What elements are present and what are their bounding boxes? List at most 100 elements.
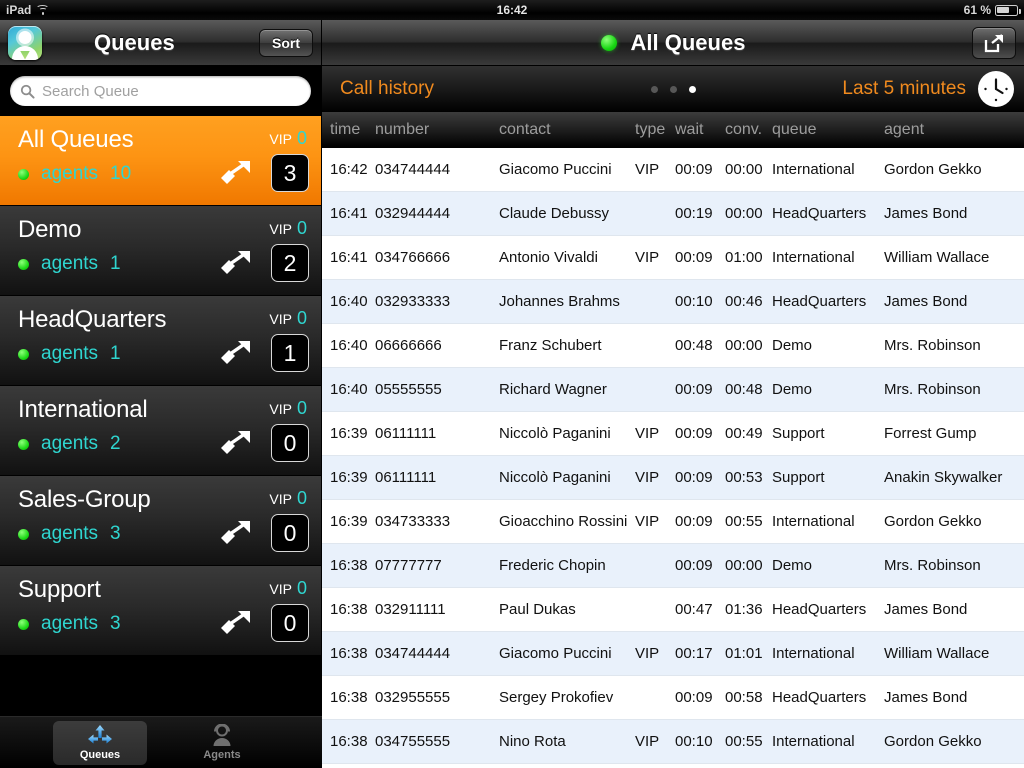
cell-type: VIP [635,249,660,266]
queue-list-item[interactable]: Sales-Group agents 3 VIP 0 0 [0,476,321,566]
column-header-wait[interactable]: wait [675,121,703,139]
cell-queue: International [772,645,855,662]
queue-forward-button[interactable] [219,158,255,193]
cell-contact: Gioacchino Rossini [499,513,628,530]
time-range-label[interactable]: Last 5 minutes [842,78,966,100]
cell-contact: Sergey Prokofiev [499,689,614,706]
forward-call-icon [221,251,250,274]
column-header-type[interactable]: type [635,121,665,139]
queue-name: International [18,396,148,423]
cell-conv: 00:55 [725,733,763,750]
page-title: All Queues [630,29,746,55]
tab-agents-label: Agents [203,749,241,761]
cell-contact: Frederic Chopin [499,557,606,574]
cell-agent: William Wallace [884,645,990,662]
queue-forward-button[interactable] [219,428,255,463]
table-row[interactable]: 16:38 07777777 Frederic Chopin 00:09 00:… [322,544,1024,588]
cell-wait: 00:09 [675,469,713,486]
table-row[interactable]: 16:40 06666666 Franz Schubert 00:48 00:0… [322,324,1024,368]
queue-forward-button[interactable] [219,338,255,373]
sort-button[interactable]: Sort [259,28,313,57]
queue-agents-row: agents 3 [18,613,309,635]
time-range-button[interactable] [978,71,1014,107]
table-row[interactable]: 16:39 06111111 Niccolò Paganini VIP 00:0… [322,456,1024,500]
cell-wait: 00:09 [675,513,713,530]
page-dot[interactable] [650,85,658,93]
column-header-time[interactable]: time [330,121,360,139]
cell-number: 032955555 [375,689,451,706]
cell-queue: International [772,249,855,266]
table-row[interactable]: 16:39 06111111 Niccolò Paganini VIP 00:0… [322,412,1024,456]
queue-forward-button[interactable] [219,608,255,643]
queue-vip-count: 0 [296,488,307,508]
queue-list[interactable]: All Queues agents 10 VIP 0 3 Demo agents … [0,116,321,716]
column-header-conv[interactable]: conv. [725,121,762,139]
queue-name: Demo [18,216,82,243]
queue-list-item[interactable]: International agents 2 VIP 0 0 [0,386,321,476]
forward-call-icon [221,611,250,634]
cell-time: 16:38 [330,557,368,574]
cell-number: 05555555 [375,381,442,398]
table-row[interactable]: 16:42 034744444 Giacomo Puccini VIP 00:0… [322,148,1024,192]
queue-list-item[interactable]: HeadQuarters agents 1 VIP 0 1 [0,296,321,386]
cell-contact: Franz Schubert [499,337,602,354]
column-header-agent[interactable]: agent [884,121,924,139]
page-dot[interactable] [688,85,696,93]
table-row[interactable]: 16:38 034755555 Nino Rota VIP 00:10 00:5… [322,720,1024,764]
queue-agents-count: 2 [110,433,121,454]
cell-contact: Johannes Brahms [499,293,620,310]
column-header-contact[interactable]: contact [499,121,551,139]
cell-number: 06111111 [375,425,437,442]
cell-contact: Nino Rota [499,733,566,750]
cell-time: 16:39 [330,469,368,486]
share-button[interactable] [972,26,1016,59]
cell-wait: 00:17 [675,645,713,662]
queue-name: HeadQuarters [18,306,167,333]
queue-vip: VIP 0 [269,128,307,148]
table-row[interactable]: 16:40 05555555 Richard Wagner 00:09 00:4… [322,368,1024,412]
queue-name: Sales-Group [18,486,151,513]
forward-call-icon [221,431,250,454]
queue-list-item[interactable]: Support agents 3 VIP 0 0 [0,566,321,656]
column-header-number[interactable]: number [375,121,429,139]
queue-waiting-count: 0 [271,514,309,552]
queue-agents-row: agents 1 [18,343,309,365]
cell-number: 06111111 [375,469,437,486]
cell-type: VIP [635,425,660,442]
cell-agent: Gordon Gekko [884,733,982,750]
tab-agents[interactable]: Agents [175,721,269,765]
queue-forward-button[interactable] [219,248,255,283]
cell-wait: 00:19 [675,205,713,222]
cell-conv: 00:00 [725,557,763,574]
table-row[interactable]: 16:41 034766666 Antonio Vivaldi VIP 00:0… [322,236,1024,280]
table-row[interactable]: 16:40 032933333 Johannes Brahms 00:10 00… [322,280,1024,324]
queue-list-item[interactable]: Demo agents 1 VIP 0 2 [0,206,321,296]
cell-number: 032911111 [375,601,446,618]
table-row[interactable]: 16:38 034744444 Giacomo Puccini VIP 00:1… [322,632,1024,676]
call-history-table[interactable]: 16:42 034744444 Giacomo Puccini VIP 00:0… [322,148,1024,768]
table-row[interactable]: 16:38 032911111 Paul Dukas 00:47 01:36 H… [322,588,1024,632]
queue-waiting-count: 3 [271,154,309,192]
column-header-queue[interactable]: queue [772,121,817,139]
cell-time: 16:41 [330,205,368,222]
cell-contact: Claude Debussy [499,205,610,222]
cell-time: 16:38 [330,733,368,750]
table-row[interactable]: 16:38 032955555 Sergey Prokofiev 00:09 0… [322,676,1024,720]
cell-conv: 00:53 [725,469,763,486]
main-title-group: All Queues [322,30,1024,56]
tab-queues[interactable]: Queues [53,720,147,765]
queue-waiting-count: 0 [271,604,309,642]
cell-agent: Mrs. Robinson [884,557,981,574]
page-dot[interactable] [669,85,677,93]
queue-agents-row: agents 1 [18,253,309,275]
queue-forward-button[interactable] [219,518,255,553]
cell-queue: HeadQuarters [772,601,867,618]
search-input[interactable]: Search Queue [10,76,311,106]
cell-agent: Mrs. Robinson [884,337,981,354]
share-icon [984,33,1003,52]
queue-waiting-count: 1 [271,334,309,372]
table-row[interactable]: 16:41 032944444 Claude Debussy 00:19 00:… [322,192,1024,236]
table-row[interactable]: 16:39 034733333 Gioacchino Rossini VIP 0… [322,500,1024,544]
queue-list-item[interactable]: All Queues agents 10 VIP 0 3 [0,116,321,206]
cell-agent: Gordon Gekko [884,513,982,530]
